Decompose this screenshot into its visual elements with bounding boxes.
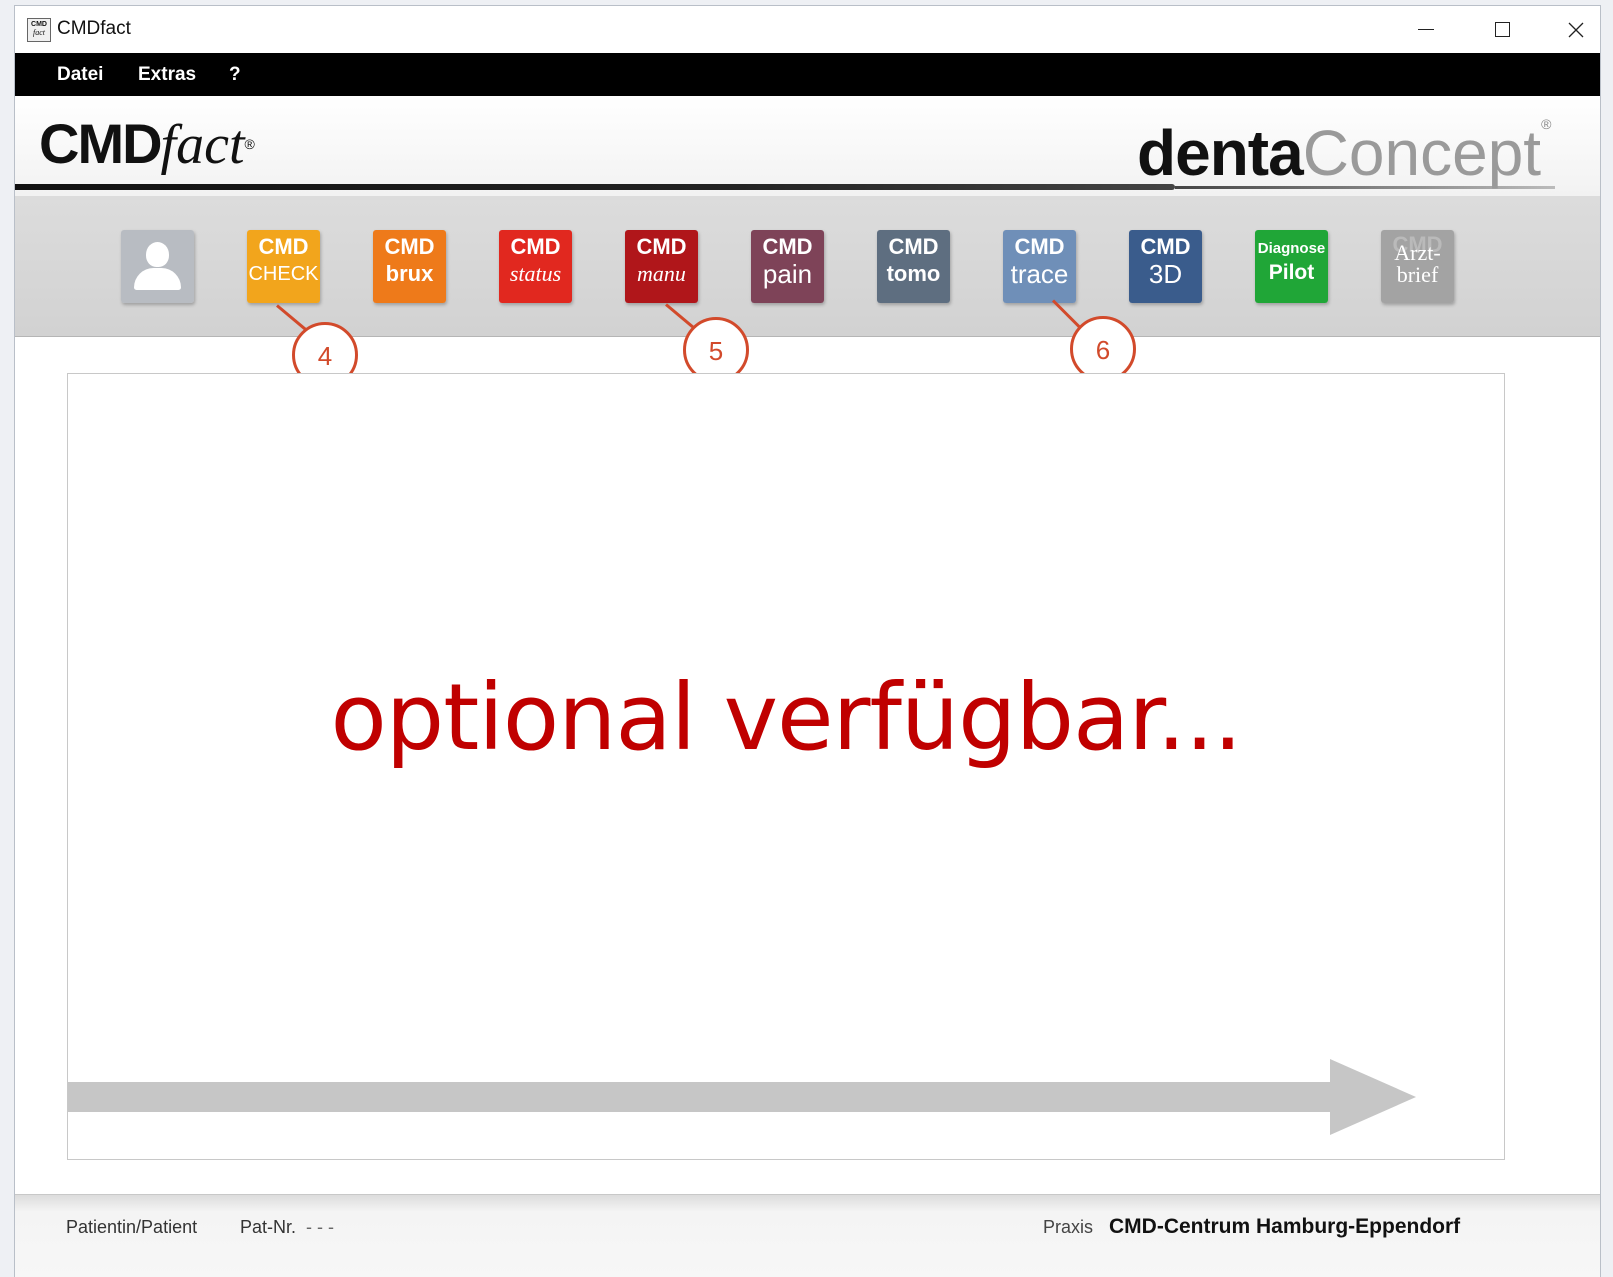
content-panel: optional verfügbar... [67,373,1505,1160]
app-window: CMD fact CMDfact Datei Extras ? CMDfact®… [14,5,1601,1277]
maximize-button[interactable] [1464,6,1540,53]
cmd-pain-button[interactable]: CMD pain [751,230,824,303]
header-banner: CMDfact® dentaConcept® [15,96,1600,196]
window-title: CMDfact [57,18,131,39]
cmd-brux-button[interactable]: CMD brux [373,230,446,303]
patient-button[interactable] [121,230,194,303]
header-swoosh [15,184,1175,190]
status-bar: Patientin/Patient Pat-Nr. - - - Praxis C… [15,1194,1600,1277]
dentaconcept-logo: dentaConcept® [1137,116,1552,189]
diagnose-pilot-button[interactable]: Diagnose Pilot [1255,230,1328,303]
maximize-icon [1494,22,1510,38]
patient-label: Patientin/Patient [66,1217,198,1237]
cmd-manu-button[interactable]: CMD manu [625,230,698,303]
arrow-head-icon [1330,1059,1416,1135]
menu-help[interactable]: ? [229,53,241,96]
minimize-icon [1418,29,1434,31]
patnr-label: Pat-Nr. [240,1217,297,1237]
cmd-3d-button[interactable]: CMD 3D [1129,230,1202,303]
menu-extras[interactable]: Extras [138,53,196,96]
menu-datei[interactable]: Datei [57,53,103,96]
optional-available-message: optional verfügbar... [330,664,1243,771]
arrow-icon [68,1082,1330,1112]
cmd-status-button[interactable]: CMD status [499,230,572,303]
close-button[interactable] [1538,6,1600,53]
close-icon [1568,22,1584,38]
cmd-check-button[interactable]: CMD CHECK [247,230,320,303]
app-icon: CMD fact [27,18,51,42]
module-toolbar: CMD CHECK CMD brux CMD status CMD manu C… [15,196,1600,337]
cmdfact-logo: CMDfact® [39,112,255,176]
title-bar: CMD fact CMDfact [15,6,1600,53]
user-avatar-icon [146,242,169,267]
patnr-value: - - - [306,1217,334,1237]
praxis-value: CMD-Centrum Hamburg-Eppendorf [1109,1215,1461,1238]
menu-bar: Datei Extras ? [15,53,1600,96]
praxis-label: Praxis [1043,1217,1094,1237]
arztbrief-button[interactable]: CMD Arzt- brief [1381,230,1454,303]
cmd-tomo-button[interactable]: CMD tomo [877,230,950,303]
minimize-button[interactable] [1388,6,1464,53]
cmd-trace-button[interactable]: CMD trace [1003,230,1076,303]
